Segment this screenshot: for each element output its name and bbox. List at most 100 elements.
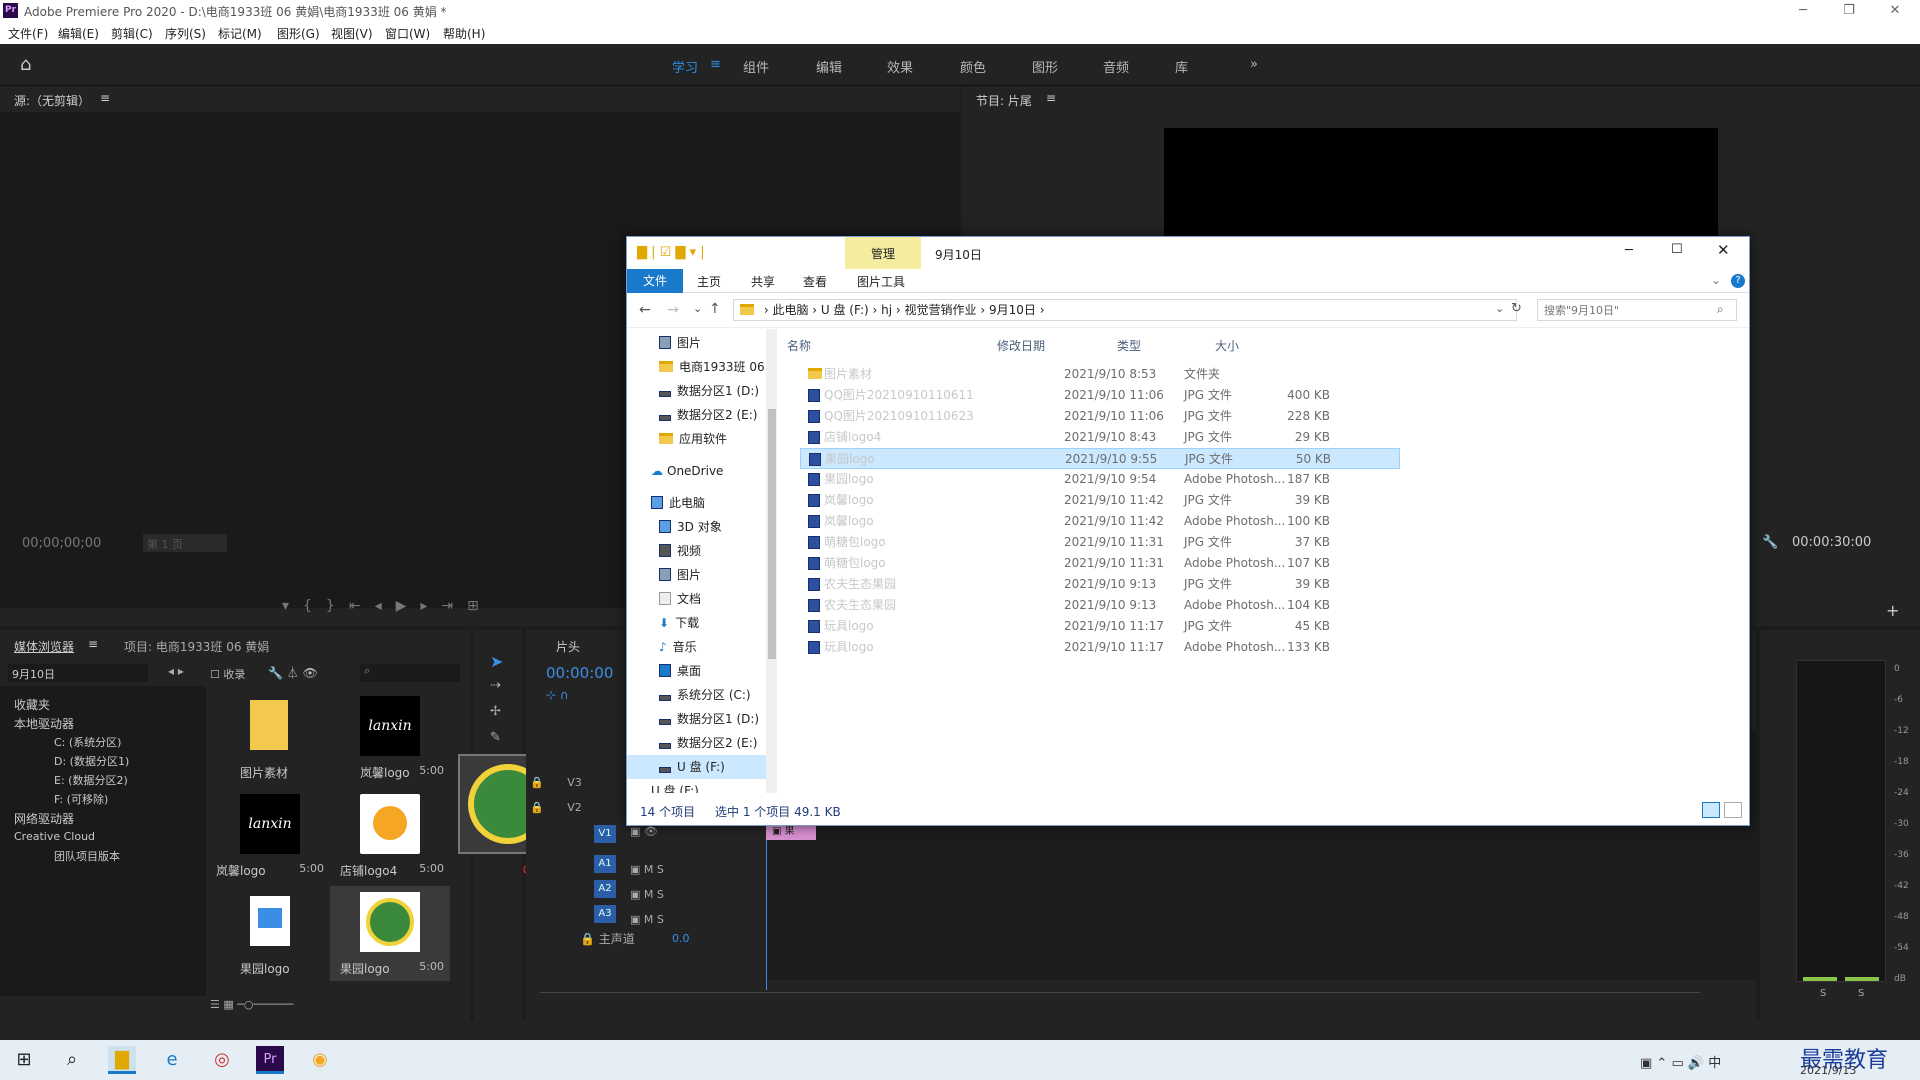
media-browser-menu-icon[interactable]: ≡ xyxy=(88,637,98,651)
track-header-v3[interactable]: 🔒 V3 xyxy=(530,772,582,794)
file-row[interactable]: 果园logo 2021/9/10 9:55 JPG 文件 50 KB xyxy=(800,448,1400,469)
column-size[interactable]: 大小 xyxy=(1215,337,1239,354)
thumb-image-selected[interactable]: 果园logo 5:00 xyxy=(330,886,450,981)
recent-locations-icon[interactable]: ⌄ xyxy=(693,302,702,315)
master-volume-value[interactable]: 0.0 xyxy=(672,932,690,945)
tree-drive-c[interactable]: C: (系统分区) xyxy=(54,734,121,750)
minimize-icon[interactable]: ─ xyxy=(1780,0,1826,22)
razor-tool-icon[interactable]: ✎ xyxy=(490,730,501,745)
playhead[interactable] xyxy=(766,830,767,990)
track-target-v1[interactable]: V1 xyxy=(594,825,616,843)
track-select-tool-icon[interactable]: ⇢ xyxy=(490,678,501,693)
column-name[interactable]: 名称 xyxy=(787,337,811,354)
refresh-icon[interactable]: ↻ xyxy=(1511,301,1522,316)
audio-track-controls[interactable]: ▣ M S ▣ M S ▣ M S xyxy=(630,857,664,932)
workspace-effects[interactable]: 效果 xyxy=(887,57,913,76)
source-panel-menu-icon[interactable]: ≡ xyxy=(100,91,110,105)
quick-access-icons[interactable]: ▇ | ☑ ▇ ▾ | xyxy=(637,245,705,260)
file-row[interactable]: 萌糖包logo 2021/9/10 11:31 Adobe Photosh... 10… xyxy=(800,553,1400,574)
thumb-image[interactable]: lanxin 岚馨logo 5:00 xyxy=(210,788,330,883)
nav-item-usb-drive[interactable]: U 盘 (F:) xyxy=(627,755,766,779)
home-icon[interactable]: ⌂ xyxy=(20,54,31,75)
address-dropdown-icon[interactable]: ⌄ xyxy=(1495,302,1504,315)
nav-item-videos[interactable]: 视频 xyxy=(627,539,766,563)
ribbon-expand-icon[interactable]: ⌄ xyxy=(1711,273,1721,287)
workspace-overflow-icon[interactable]: » xyxy=(1250,57,1258,72)
menu-marker[interactable]: 标记(M) xyxy=(218,25,262,42)
tree-favorites[interactable]: 收藏夹 xyxy=(14,696,50,713)
menu-sequence[interactable]: 序列(S) xyxy=(165,25,206,42)
system-tray-icons[interactable]: ▣ ⌃ ▭ 🔊 中 xyxy=(1640,1052,1721,1071)
address-path[interactable]: › 此电脑 › U 盘 (F:) › hj › 视觉营销作业 › 9月10日 › xyxy=(733,299,1517,321)
file-row[interactable]: 岚馨logo 2021/9/10 11:42 JPG 文件 39 KB xyxy=(800,490,1400,511)
workspace-graphics[interactable]: 图形 xyxy=(1032,57,1058,76)
nav-item-this-pc[interactable]: 此电脑 xyxy=(627,491,766,515)
nav-back-icon[interactable]: ← xyxy=(639,302,651,318)
file-row[interactable]: 萌糖包logo 2021/9/10 11:31 JPG 文件 37 KB xyxy=(800,532,1400,553)
filter-tools-icon[interactable]: 🔧 ⏃ 👁 xyxy=(268,664,318,681)
premiere-taskbar-icon[interactable]: Pr xyxy=(256,1046,284,1074)
workspace-editing[interactable]: 编辑 xyxy=(816,57,842,76)
nav-item-pictures[interactable]: 图片 xyxy=(627,331,766,355)
ribbon-picture-tools-tab[interactable]: 图片工具 xyxy=(857,273,905,290)
ribbon-file-tab[interactable]: 文件 xyxy=(627,269,683,293)
track-target-a1[interactable]: A1 xyxy=(594,855,616,873)
workspace-audio[interactable]: 音频 xyxy=(1103,57,1129,76)
ripple-tool-icon[interactable]: ✢ xyxy=(490,704,501,719)
nav-item-3d-objects[interactable]: 3D 对象 xyxy=(627,515,766,539)
column-date[interactable]: 修改日期 xyxy=(997,337,1045,354)
ribbon-share-tab[interactable]: 共享 xyxy=(751,273,775,290)
close-icon[interactable]: ✕ xyxy=(1872,0,1918,22)
timeline-scrollbar[interactable] xyxy=(540,992,1700,1002)
add-button-icon[interactable]: + xyxy=(1886,601,1899,620)
file-row[interactable]: 岚馨logo 2021/9/10 11:42 Adobe Photosh... 100… xyxy=(800,511,1400,532)
workspace-libraries[interactable]: 库 xyxy=(1175,57,1188,76)
nav-item-desktop[interactable]: 桌面 xyxy=(627,659,766,683)
large-icons-view-icon[interactable] xyxy=(1724,802,1742,818)
nav-item-documents[interactable]: 文档 xyxy=(627,587,766,611)
timeline-timecode[interactable]: 00:00:00 xyxy=(546,664,613,682)
windows-start-icon[interactable]: ⊞ xyxy=(10,1046,38,1074)
v1-track-icons[interactable]: ▣ 👁 xyxy=(630,825,658,838)
tree-network-drives[interactable]: 网络驱动器 xyxy=(14,810,74,827)
maximize-icon[interactable]: ❐ xyxy=(1826,0,1872,22)
tree-creative-cloud[interactable]: Creative Cloud xyxy=(14,830,95,843)
file-row[interactable]: 玩具logo 2021/9/10 11:17 JPG 文件 45 KB xyxy=(800,616,1400,637)
explorer-close-icon[interactable]: ✕ xyxy=(1717,241,1730,259)
path-segment[interactable]: 9月10日 xyxy=(989,303,1036,317)
nav-item-pictures-pc[interactable]: 图片 xyxy=(627,563,766,587)
tree-drive-e[interactable]: E: (数据分区2) xyxy=(54,772,128,788)
nav-up-icon[interactable]: ↑ xyxy=(709,301,721,317)
path-segment[interactable]: U 盘 (F:) xyxy=(821,303,869,317)
folder-select[interactable]: 9月10日 xyxy=(8,664,148,682)
workspace-assembly[interactable]: 组件 xyxy=(743,57,769,76)
file-row[interactable]: 玩具logo 2021/9/10 11:17 Adobe Photosh... 133… xyxy=(800,637,1400,658)
source-transport-controls[interactable]: ▾{}⇤◂▶▸⇥⊞ xyxy=(282,598,493,614)
menu-window[interactable]: 窗口(W) xyxy=(385,25,430,42)
view-toggle-icons[interactable]: ☰ ▦ ─○────── xyxy=(210,998,293,1011)
nav-item-usb-drive-root[interactable]: U 盘 (F:) xyxy=(627,779,766,793)
search-icon[interactable]: ⌕ xyxy=(1717,302,1724,317)
nav-item-onedrive[interactable]: ☁ OneDrive xyxy=(627,459,766,483)
file-row[interactable]: 店铺logo4 2021/9/10 8:43 JPG 文件 29 KB xyxy=(800,427,1400,448)
file-row[interactable]: 果园logo 2021/9/10 9:54 Adobe Photosh... 187 … xyxy=(800,469,1400,490)
wrench-icon[interactable]: 🔧 xyxy=(1762,535,1778,550)
menu-graphics[interactable]: 图形(G) xyxy=(277,25,320,42)
file-row[interactable]: 图片素材 2021/9/10 8:53 文件夹 xyxy=(800,364,1400,385)
timeline-snap-icons[interactable]: ⊹ ∩ xyxy=(546,688,569,702)
help-icon[interactable]: ? xyxy=(1731,274,1745,288)
ribbon-view-tab[interactable]: 查看 xyxy=(803,273,827,290)
menu-clip[interactable]: 剪辑(C) xyxy=(111,25,153,42)
nav-item-drive-d-pc[interactable]: 数据分区1 (D:) xyxy=(627,707,766,731)
nav-item-apps[interactable]: 应用软件 xyxy=(627,427,766,451)
explorer-minimize-icon[interactable]: ─ xyxy=(1625,243,1633,258)
file-row[interactable]: QQ图片20210910110623 2021/9/10 11:06 JPG 文件 2… xyxy=(800,406,1400,427)
path-segment[interactable]: hj xyxy=(881,303,892,317)
thumb-image[interactable]: lanxin 岚馨logo 5:00 xyxy=(330,690,450,785)
tree-local-drives[interactable]: 本地驱动器 xyxy=(14,715,74,732)
tree-drive-d[interactable]: D: (数据分区1) xyxy=(54,753,129,769)
track-target-a2[interactable]: A2 xyxy=(594,880,616,898)
app-icon[interactable]: ◎ xyxy=(208,1046,236,1074)
menu-edit[interactable]: 编辑(E) xyxy=(58,25,99,42)
nav-item-drive-c[interactable]: 系统分区 (C:) xyxy=(627,683,766,707)
